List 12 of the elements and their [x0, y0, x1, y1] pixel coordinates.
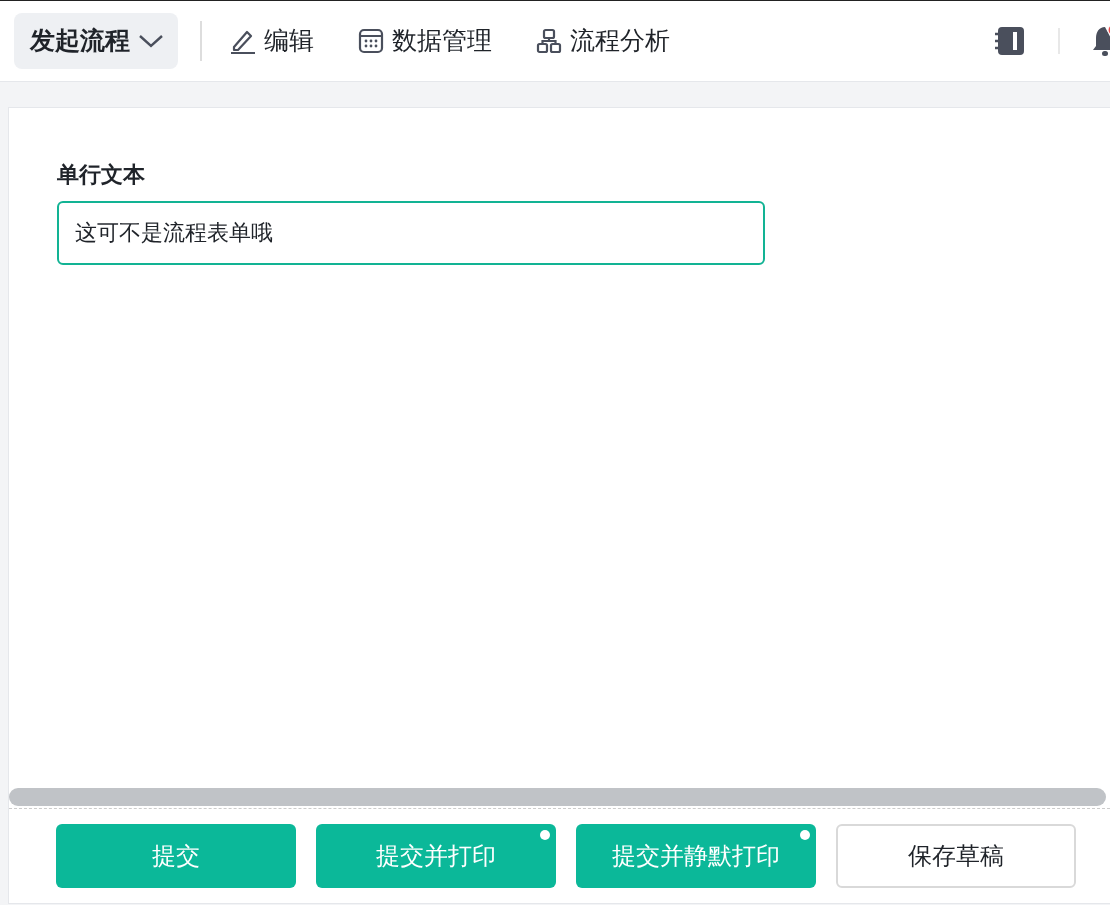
text-input[interactable]: 这可不是流程表单哦: [57, 201, 765, 265]
notebook-icon[interactable]: [994, 26, 1026, 56]
toolbar-tab[interactable]: 流程分析: [536, 22, 670, 60]
hierarchy-icon: [536, 28, 562, 54]
save-draft-button[interactable]: 保存草稿: [836, 824, 1076, 888]
toolbar-tab[interactable]: 编辑: [230, 22, 314, 60]
field-label: 单行文本: [57, 161, 146, 189]
horizontal-scrollbar[interactable]: [9, 788, 1106, 806]
start-process-dropdown[interactable]: 发起流程: [14, 13, 178, 69]
calendar-grid-icon: [358, 28, 384, 54]
toolbar-tab[interactable]: 数据管理: [358, 22, 492, 60]
pencil-icon: [230, 28, 256, 54]
